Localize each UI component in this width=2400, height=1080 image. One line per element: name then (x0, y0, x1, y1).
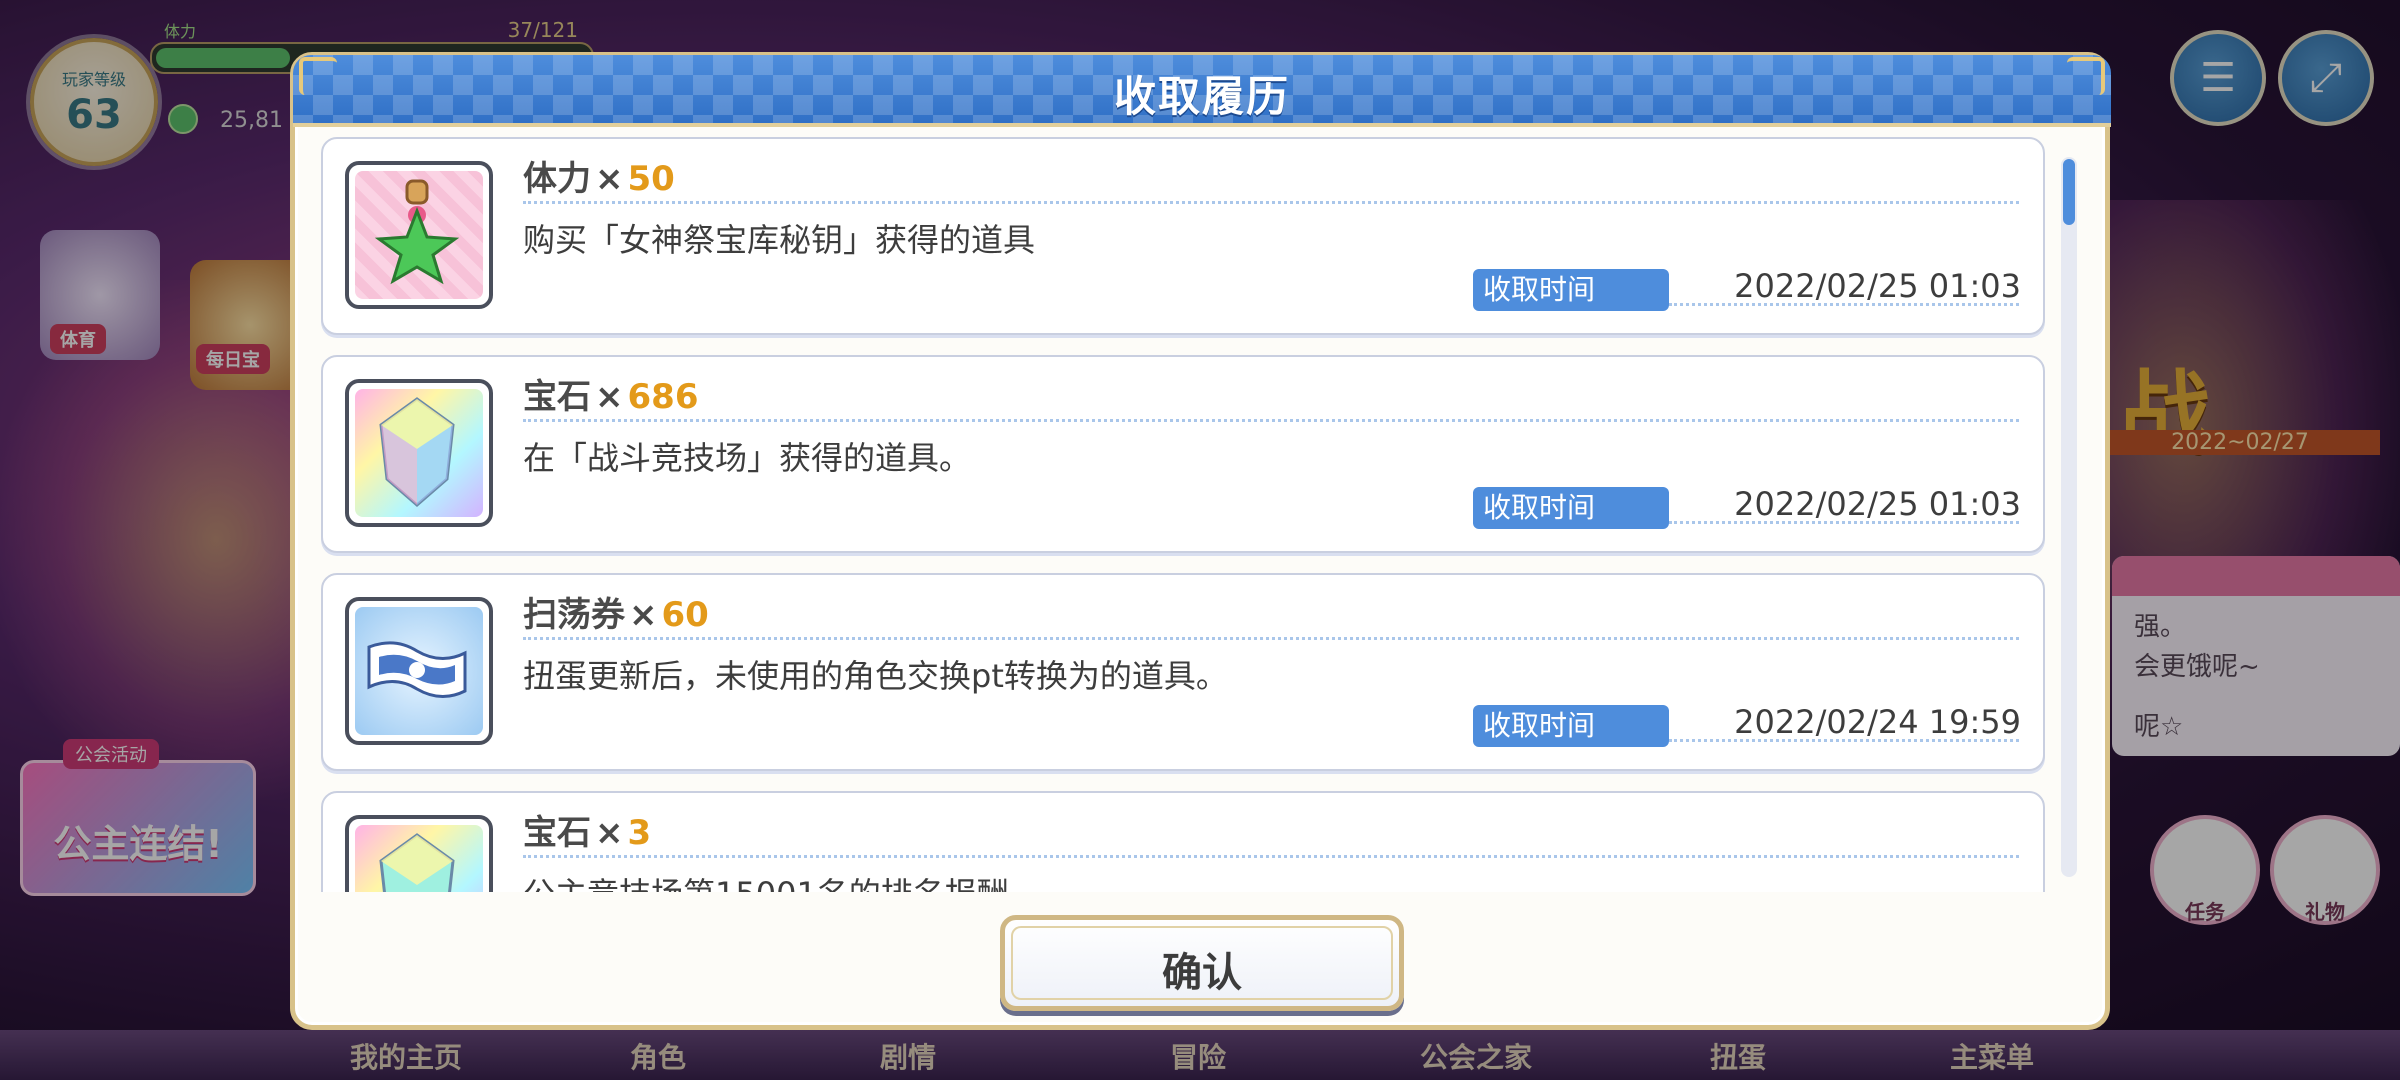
confirm-button-label: 确认 (1162, 950, 1242, 996)
list-scrollbar[interactable] (2061, 157, 2077, 877)
entry-times-sign: × (595, 377, 624, 417)
item-icon-art (355, 171, 483, 299)
entry-item-label: 宝石 (523, 377, 591, 417)
entry-quantity: 60 (661, 595, 709, 635)
entry-quantity: 3 (627, 813, 652, 853)
gem-icon (345, 379, 493, 527)
stamina-potion-icon (345, 161, 493, 309)
entry-divider (523, 637, 2019, 640)
entry-item-name: 扫荡券 × 60 (523, 587, 709, 636)
entry-divider (523, 855, 2019, 858)
confirm-button[interactable]: 确认 (1000, 915, 1404, 1011)
item-icon-art (355, 389, 483, 517)
gem-icon (345, 815, 493, 892)
item-icon-art (355, 607, 483, 735)
item-icon-art (355, 825, 483, 892)
gem-graphic (379, 833, 455, 892)
dialog-header: 收取履历 (293, 55, 2111, 127)
receive-time-value: 2022/02/25 01:03 (1734, 267, 2021, 305)
receive-history-dialog: 收取履历 体力 × 50 购买「女神祭宝库秘钥」获得的道具 收取时间 2022/… (290, 52, 2111, 1030)
entry-times-sign: × (595, 159, 624, 199)
receive-time-label: 收取时间 (1473, 705, 1669, 747)
potion-graphic (374, 179, 460, 285)
history-entry: 宝石×3 公主竞技场第15001名的排名报酬 (321, 791, 2045, 892)
entry-description: 公主竞技场第15001名的排名报酬 (523, 869, 1009, 892)
entry-description: 在「战斗竞技场」获得的道具。 (523, 439, 972, 477)
history-entry: 体力 × 50 购买「女神祭宝库秘钥」获得的道具 收取时间 2022/02/25 0… (321, 137, 2045, 335)
history-entry: 扫荡券 × 60 扭蛋更新后，未使用的角色交换pt转换为的道具。 收取时间 2022… (321, 573, 2045, 771)
receive-time-value: 2022/02/25 01:03 (1734, 485, 2021, 523)
receive-time-label: 收取时间 (1473, 487, 1669, 529)
entry-divider (523, 419, 2019, 422)
entry-item-name: 宝石 × 3 (523, 805, 651, 854)
dialog-title: 收取履历 (1113, 72, 1290, 121)
entry-description: 扭蛋更新后，未使用的角色交换pt转换为的道具。 (523, 657, 1228, 695)
entry-quantity: 686 (627, 377, 699, 417)
receive-time-value: 2022/02/24 19:59 (1734, 703, 2021, 741)
entry-item-label: 体力 (523, 159, 591, 199)
entry-times-sign: × (629, 595, 658, 635)
entry-item-name: 宝石 × 686 (523, 369, 698, 418)
entry-quantity: 50 (627, 159, 675, 199)
ticket-graphic (367, 641, 467, 698)
entry-item-label: 扫荡券 (523, 595, 625, 635)
entry-description: 购买「女神祭宝库秘钥」获得的道具 (523, 221, 1036, 259)
sweep-ticket-icon (345, 597, 493, 745)
entry-item-name: 体力 × 50 (523, 151, 675, 200)
history-list[interactable]: 体力 × 50 购买「女神祭宝库秘钥」获得的道具 收取时间 2022/02/25 0… (321, 137, 2051, 892)
entry-divider (523, 201, 2019, 204)
entry-times-sign: × (595, 813, 624, 853)
gem-graphic (379, 397, 455, 507)
history-entry: 宝石 × 686 在「战斗竞技场」获得的道具。 收取时间 2022/02/25 01… (321, 355, 2045, 553)
receive-time-label: 收取时间 (1473, 269, 1669, 311)
entry-item-label: 宝石 (523, 813, 591, 853)
scrollbar-thumb[interactable] (2063, 159, 2075, 225)
